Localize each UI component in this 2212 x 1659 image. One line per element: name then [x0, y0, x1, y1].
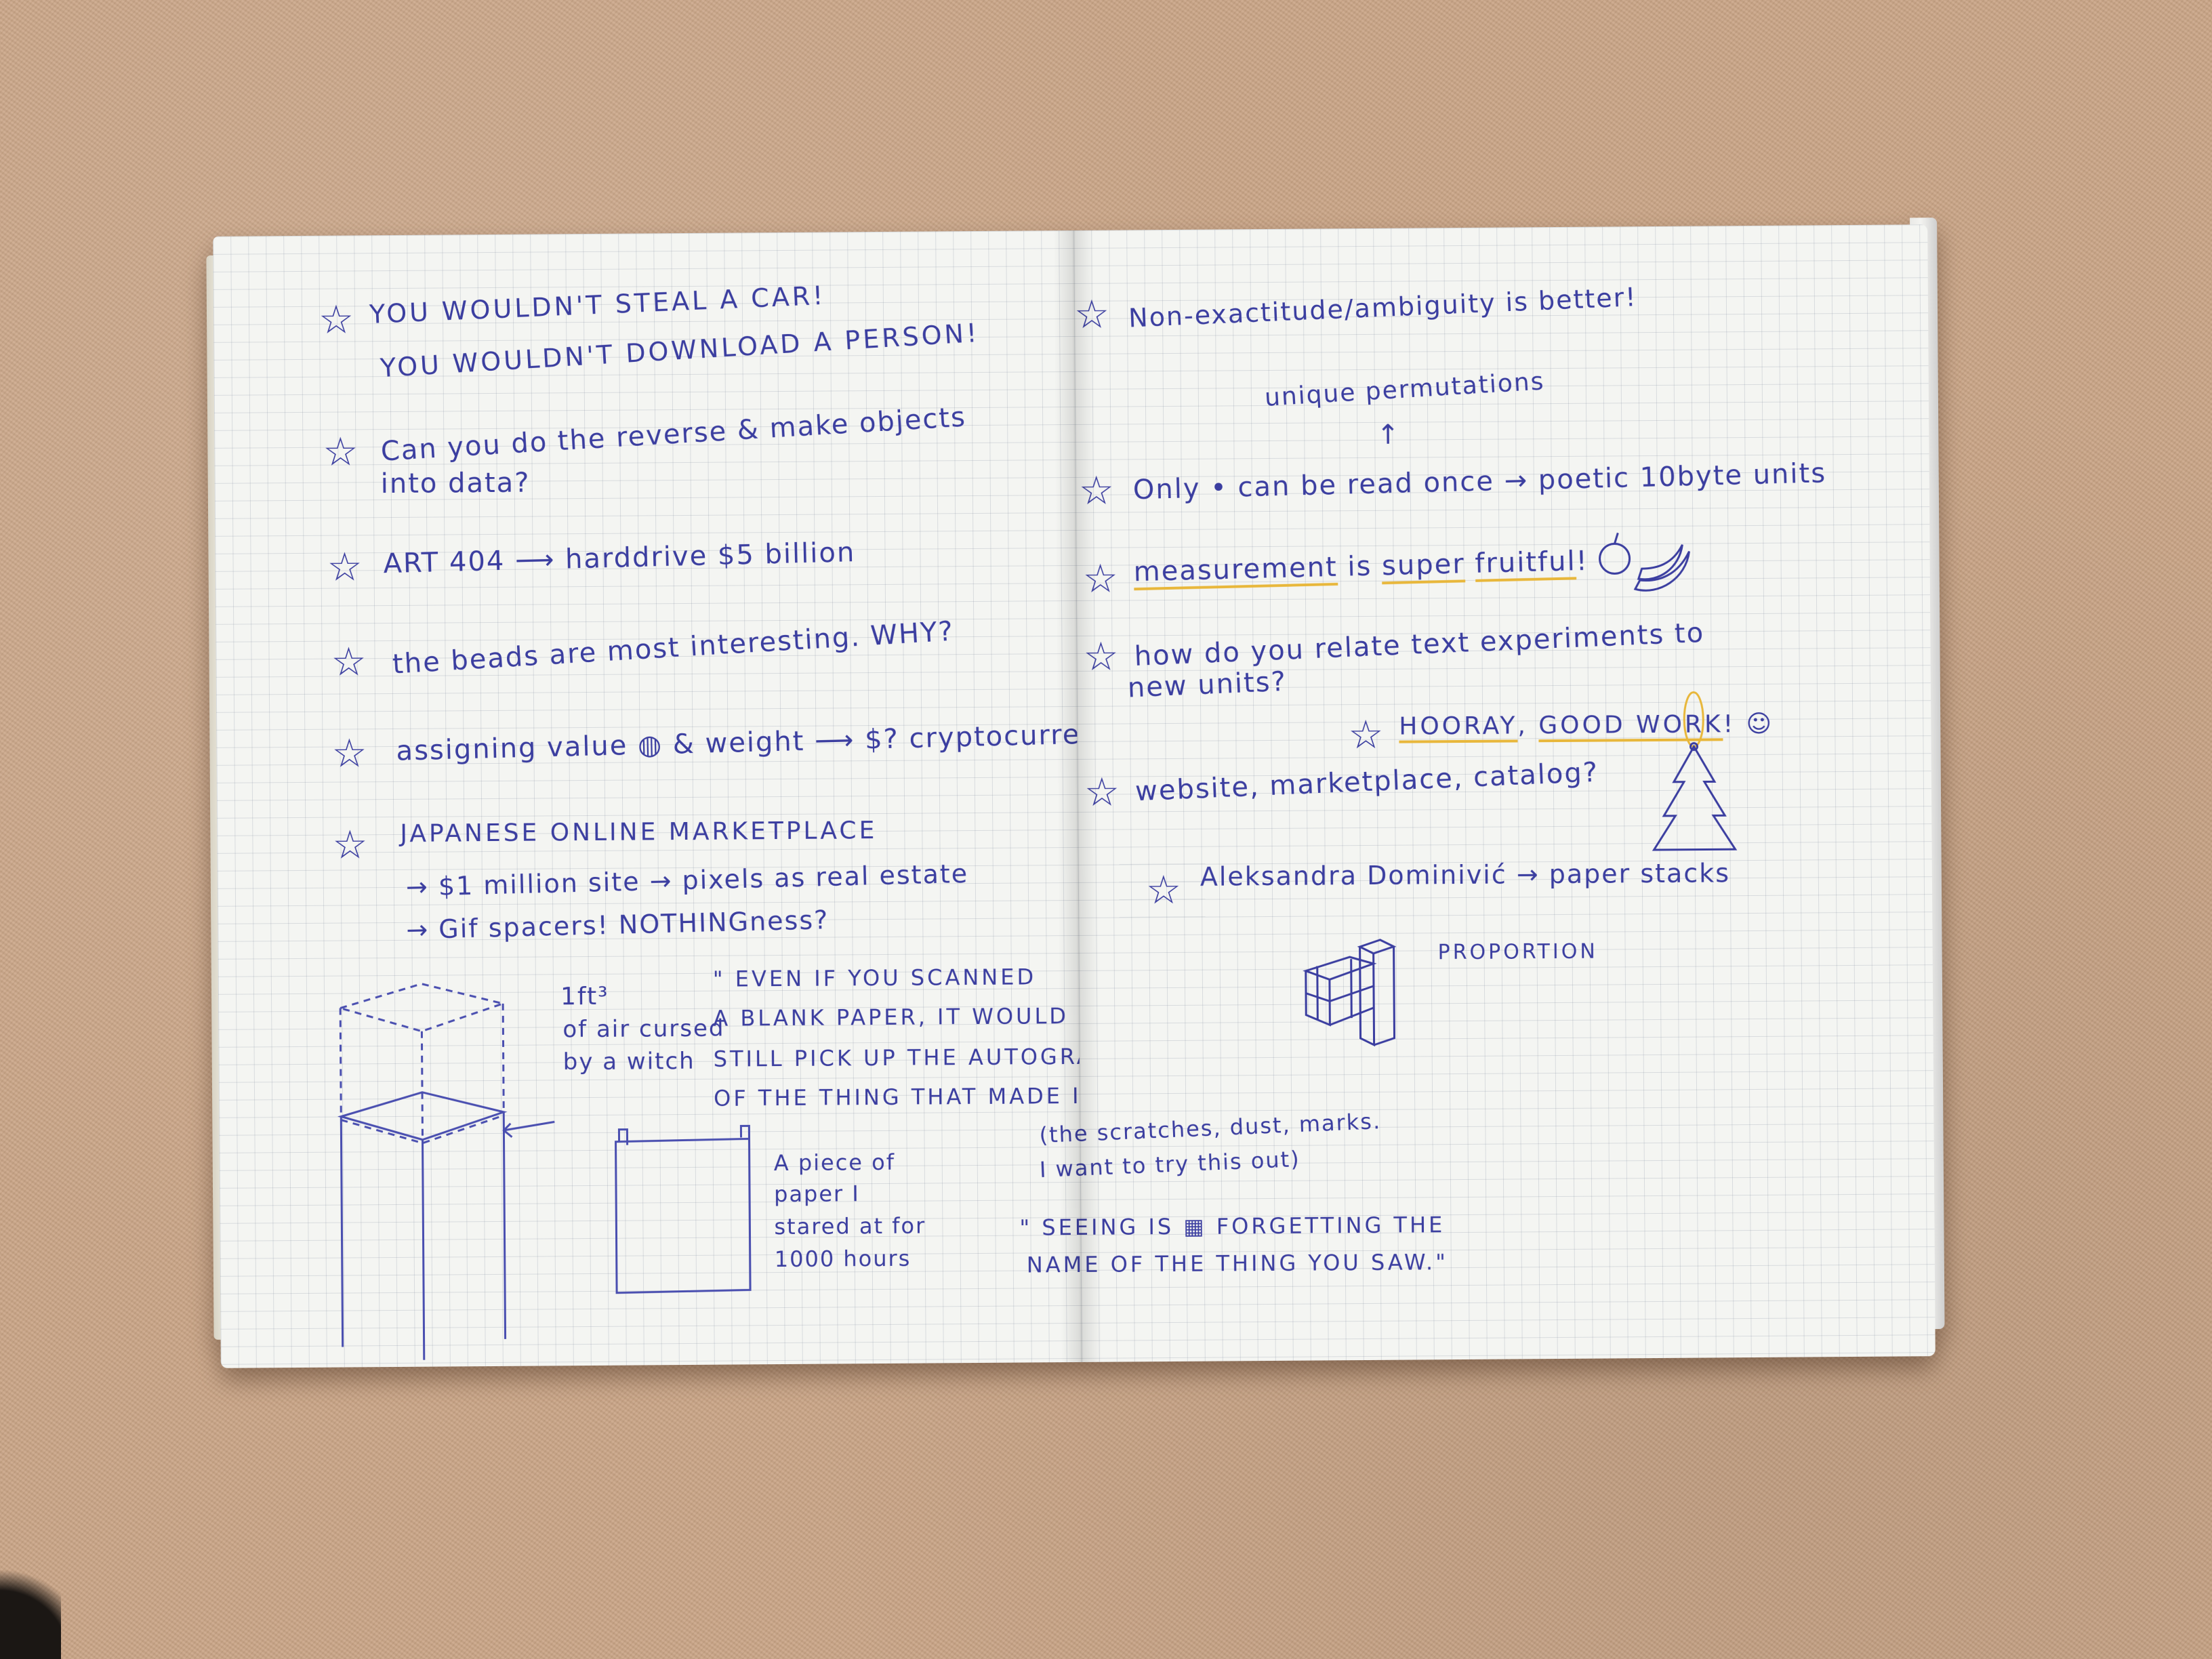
paper-label: paper I — [773, 1181, 860, 1208]
cube-label: of air cursed — [562, 1015, 725, 1044]
right-page: ☆ Non-exactitude/ambiguity is better! un… — [1019, 224, 1936, 1362]
left-page: ☆ YOU WOULDN'T STEAL A CAR! YOU WOULDN'T… — [213, 230, 1223, 1368]
paper-label: A piece of — [773, 1149, 896, 1176]
dark-corner-shadow — [0, 1551, 61, 1659]
cube-label: by a witch — [562, 1047, 695, 1076]
open-notebook: ☆ YOU WOULDN'T STEAL A CAR! YOU WOULDN'T… — [206, 218, 1945, 1368]
cube-label: 1ft³ — [560, 982, 609, 1011]
paper-label: stared at for — [774, 1212, 926, 1240]
quote-line: A BLANK PAPER, IT WOULD — [713, 1003, 1069, 1031]
paper-label: 1000 hours — [774, 1245, 912, 1273]
quote-line: OF THE THING THAT MADE IT." — [713, 1082, 1118, 1111]
box-icon — [1303, 956, 1377, 1027]
box-sketches — [1303, 939, 1397, 1047]
quote-line: " EVEN IF YOU SCANNED — [712, 964, 1037, 992]
cube-on-pedestal-sketch — [336, 983, 752, 1360]
proportion-label: PROPORTION — [1437, 939, 1598, 965]
tall-box-icon — [1357, 939, 1397, 1047]
notebook-spine — [1053, 230, 1102, 1363]
